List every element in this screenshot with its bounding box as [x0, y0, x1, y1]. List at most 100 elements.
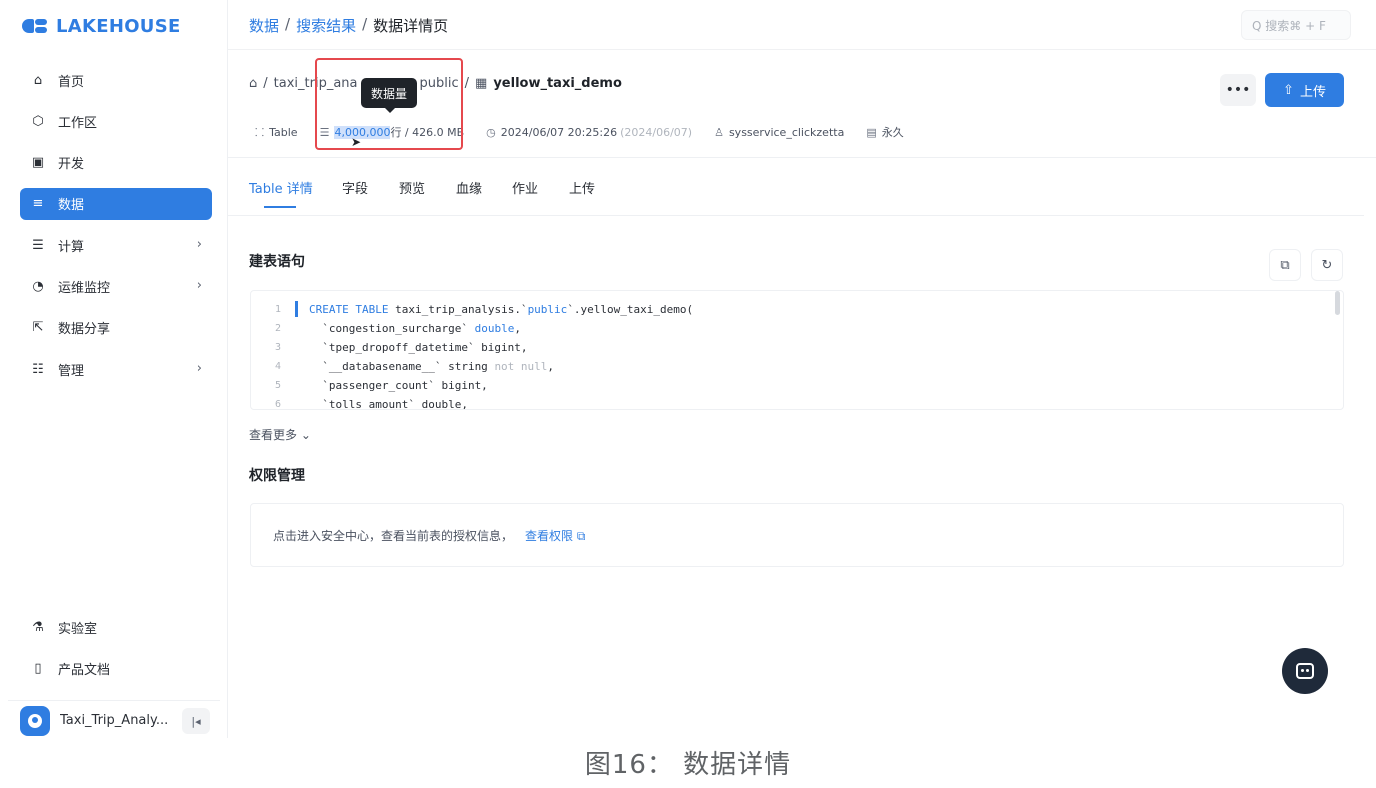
code-token: `tolls_amount` double,	[309, 398, 468, 410]
code-scrollbar[interactable]	[1335, 291, 1340, 315]
code-token: public	[527, 303, 568, 316]
see-more-link[interactable]: 查看更多 ⌄	[249, 426, 311, 443]
line-number: 3	[274, 342, 281, 353]
tab-jobs[interactable]: 作业	[512, 178, 538, 197]
calendar-icon: ▤	[866, 125, 877, 139]
sidebar-item-1[interactable]: ⬡ 工作区	[20, 105, 212, 137]
sidebar-item-label: 开发	[58, 157, 85, 173]
sidebar-item-0[interactable]: ⌂ 首页	[20, 64, 212, 96]
chevron-right-icon: ›	[196, 361, 202, 377]
tab-table-detail[interactable]: Table 详情	[249, 178, 313, 197]
book-icon: ▯	[34, 660, 42, 676]
flask-icon: ⚗	[32, 619, 44, 635]
line-number: 6	[274, 399, 281, 410]
logo[interactable]: LAKEHOUSE	[22, 12, 181, 40]
code-token: not null	[494, 360, 548, 373]
breadcrumb-separator: /	[285, 15, 291, 33]
sidebar-item-label: 数据分享	[58, 322, 111, 338]
sidebar-item-label: 运维监控	[58, 280, 111, 296]
sidebar-item-label: 管理	[58, 363, 85, 379]
code-token: ,	[547, 360, 555, 373]
line-number: 4	[274, 361, 281, 372]
owner-name: sysservice_clickzetta	[728, 125, 845, 139]
figure-caption: 图16： 数据详情	[584, 750, 792, 780]
permissions-panel: 点击进入安全中心，查看当前表的授权信息， 查看权限 ⧉	[250, 503, 1344, 567]
upload-icon: ⇧	[1283, 82, 1294, 98]
created-time: 2024/06/07 20:25:26	[500, 125, 618, 139]
collapse-sidebar-button[interactable]: |◂	[182, 708, 210, 734]
code-token: `passenger_count` bigint,	[309, 379, 488, 392]
share-icon: ⇱	[32, 320, 44, 336]
sidebar-item-3[interactable]: ≡ 数据	[20, 187, 212, 220]
sidebar-item-label: 计算	[58, 239, 85, 255]
permissions-text: 点击进入安全中心，查看当前表的授权信息，	[273, 528, 514, 543]
sidebar-nav: ⌂ 首页 ⬡ 工作区 ▣ 开发 ≡ 数据 ☰ 计算 › ◔ 运维监控 › ⇱ 数据分享 ☷ 管理 ›	[20, 64, 212, 394]
sidebar-item-label: 工作区	[58, 115, 98, 131]
code-token: `__databasename__` string	[309, 360, 495, 373]
sidebar-item-7[interactable]: ☷ 管理 ›	[20, 353, 212, 385]
code-token: ,	[514, 322, 521, 335]
upload-button[interactable]: ⇧ 上传	[1265, 73, 1344, 107]
sidebar-item-6[interactable]: ⇱ 数据分享	[20, 312, 212, 344]
sidebar-item-label: 产品文档	[58, 662, 111, 678]
home-icon[interactable]: ⌂	[249, 76, 257, 91]
table-grid-icon: ▦	[475, 76, 488, 91]
rows-tooltip: 数据量	[361, 78, 417, 113]
code-text: `congestion_surcharge` double,	[309, 322, 521, 335]
assistant-chat-button[interactable]	[1282, 648, 1328, 694]
user-avatar-icon	[20, 705, 50, 736]
path-schema[interactable]: public	[420, 76, 459, 91]
sidebar-item-5[interactable]: ◔ 运维监控 ›	[20, 270, 212, 302]
view-permissions-link[interactable]: 查看权限 ⧉	[525, 527, 585, 544]
tab-lineage[interactable]: 血缘	[456, 178, 482, 197]
tab-preview[interactable]: 预览	[399, 178, 425, 197]
sidebar-item-4[interactable]: ☰ 计算 ›	[20, 229, 212, 261]
app-window: LAKEHOUSE ⌂ 首页 ⬡ 工作区 ▣ 开发 ≡ 数据 ☰ 计算 › ◔ 运维监控 › ⇱ 数据分享 ☷ 管…	[0, 0, 1376, 738]
breadcrumb-data[interactable]: 数据	[249, 15, 279, 36]
tab-upload[interactable]: 上传	[569, 178, 595, 197]
sidebar-item-2[interactable]: ▣ 开发	[20, 147, 212, 179]
more-actions-button[interactable]: •••	[1220, 74, 1256, 106]
code-text: CREATE TABLE taxi_trip_analysis.`public`…	[309, 303, 693, 316]
mouse-cursor-icon: ➤	[351, 135, 362, 149]
upload-label: 上传	[1299, 84, 1326, 100]
tab-fields[interactable]: 字段	[342, 178, 368, 197]
sidebar-item-label: 数据	[58, 198, 85, 214]
line-number: 2	[274, 323, 281, 334]
logo-text: LAKEHOUSE	[56, 15, 181, 37]
created-date-muted: (2024/06/07)	[620, 125, 693, 139]
meta-created: ◷ 2024/06/07 20:25:26 (2024/06/07)	[486, 126, 692, 139]
clock-icon: ◷	[486, 125, 496, 139]
breadcrumb-separator: /	[362, 15, 368, 33]
copy-icon[interactable]: ⧉	[1269, 249, 1301, 281]
line-number: 1	[274, 304, 281, 315]
workspace-switcher[interactable]: Taxi_Trip_Analy... |◂	[8, 700, 220, 740]
refresh-icon[interactable]: ↻	[1311, 249, 1343, 281]
compute-icon: ☰	[32, 237, 44, 253]
meta-lifecycle: ▤ 永久	[866, 124, 903, 140]
path-catalog[interactable]: taxi_trip_ana	[274, 76, 358, 91]
breadcrumb-search-results[interactable]: 搜索结果	[296, 15, 356, 36]
code-token: taxi_trip_analysis.`	[388, 303, 528, 316]
ddl-code-block[interactable]: 1 CREATE TABLE taxi_trip_analysis.`public…	[250, 290, 1344, 410]
meta-rows[interactable]: ☰ 4,000,000 行 / 426.0 MB	[320, 124, 464, 140]
logo-mark-icon	[22, 17, 48, 35]
code-text: `tpep_dropoff_datetime` bigint,	[309, 341, 528, 354]
detail-tabs: Table 详情 字段 预览 血缘 作业 上传	[228, 158, 1364, 216]
home-icon: ⌂	[33, 72, 43, 88]
meta-type-label: Table	[269, 125, 298, 139]
global-search[interactable]: Q 搜索⌘ + F	[1241, 10, 1351, 40]
code-line: 6 `tolls_amount` double,	[251, 395, 1343, 410]
breadcrumb-current: 数据详情页	[373, 17, 449, 35]
code-token: CREATE TABLE	[309, 303, 389, 316]
code-line: 5 `passenger_count` bigint,	[251, 376, 1343, 395]
code-line: 4 `__databasename__` string not null,	[251, 357, 1343, 376]
sidebar-bottom-item-1[interactable]: ▯ 产品文档	[20, 652, 212, 684]
cube-icon: ⬡	[32, 113, 44, 129]
sidebar-bottom-item-0[interactable]: ⚗ 实验室	[20, 611, 212, 643]
path-separator: /	[263, 76, 268, 91]
terminal-icon: ▣	[31, 155, 45, 171]
code-line: 1 CREATE TABLE taxi_trip_analysis.`public…	[251, 300, 1343, 319]
meta-type: ⸬ Table	[255, 125, 298, 140]
code-token: `tpep_dropoff_datetime` bigint,	[309, 341, 528, 354]
